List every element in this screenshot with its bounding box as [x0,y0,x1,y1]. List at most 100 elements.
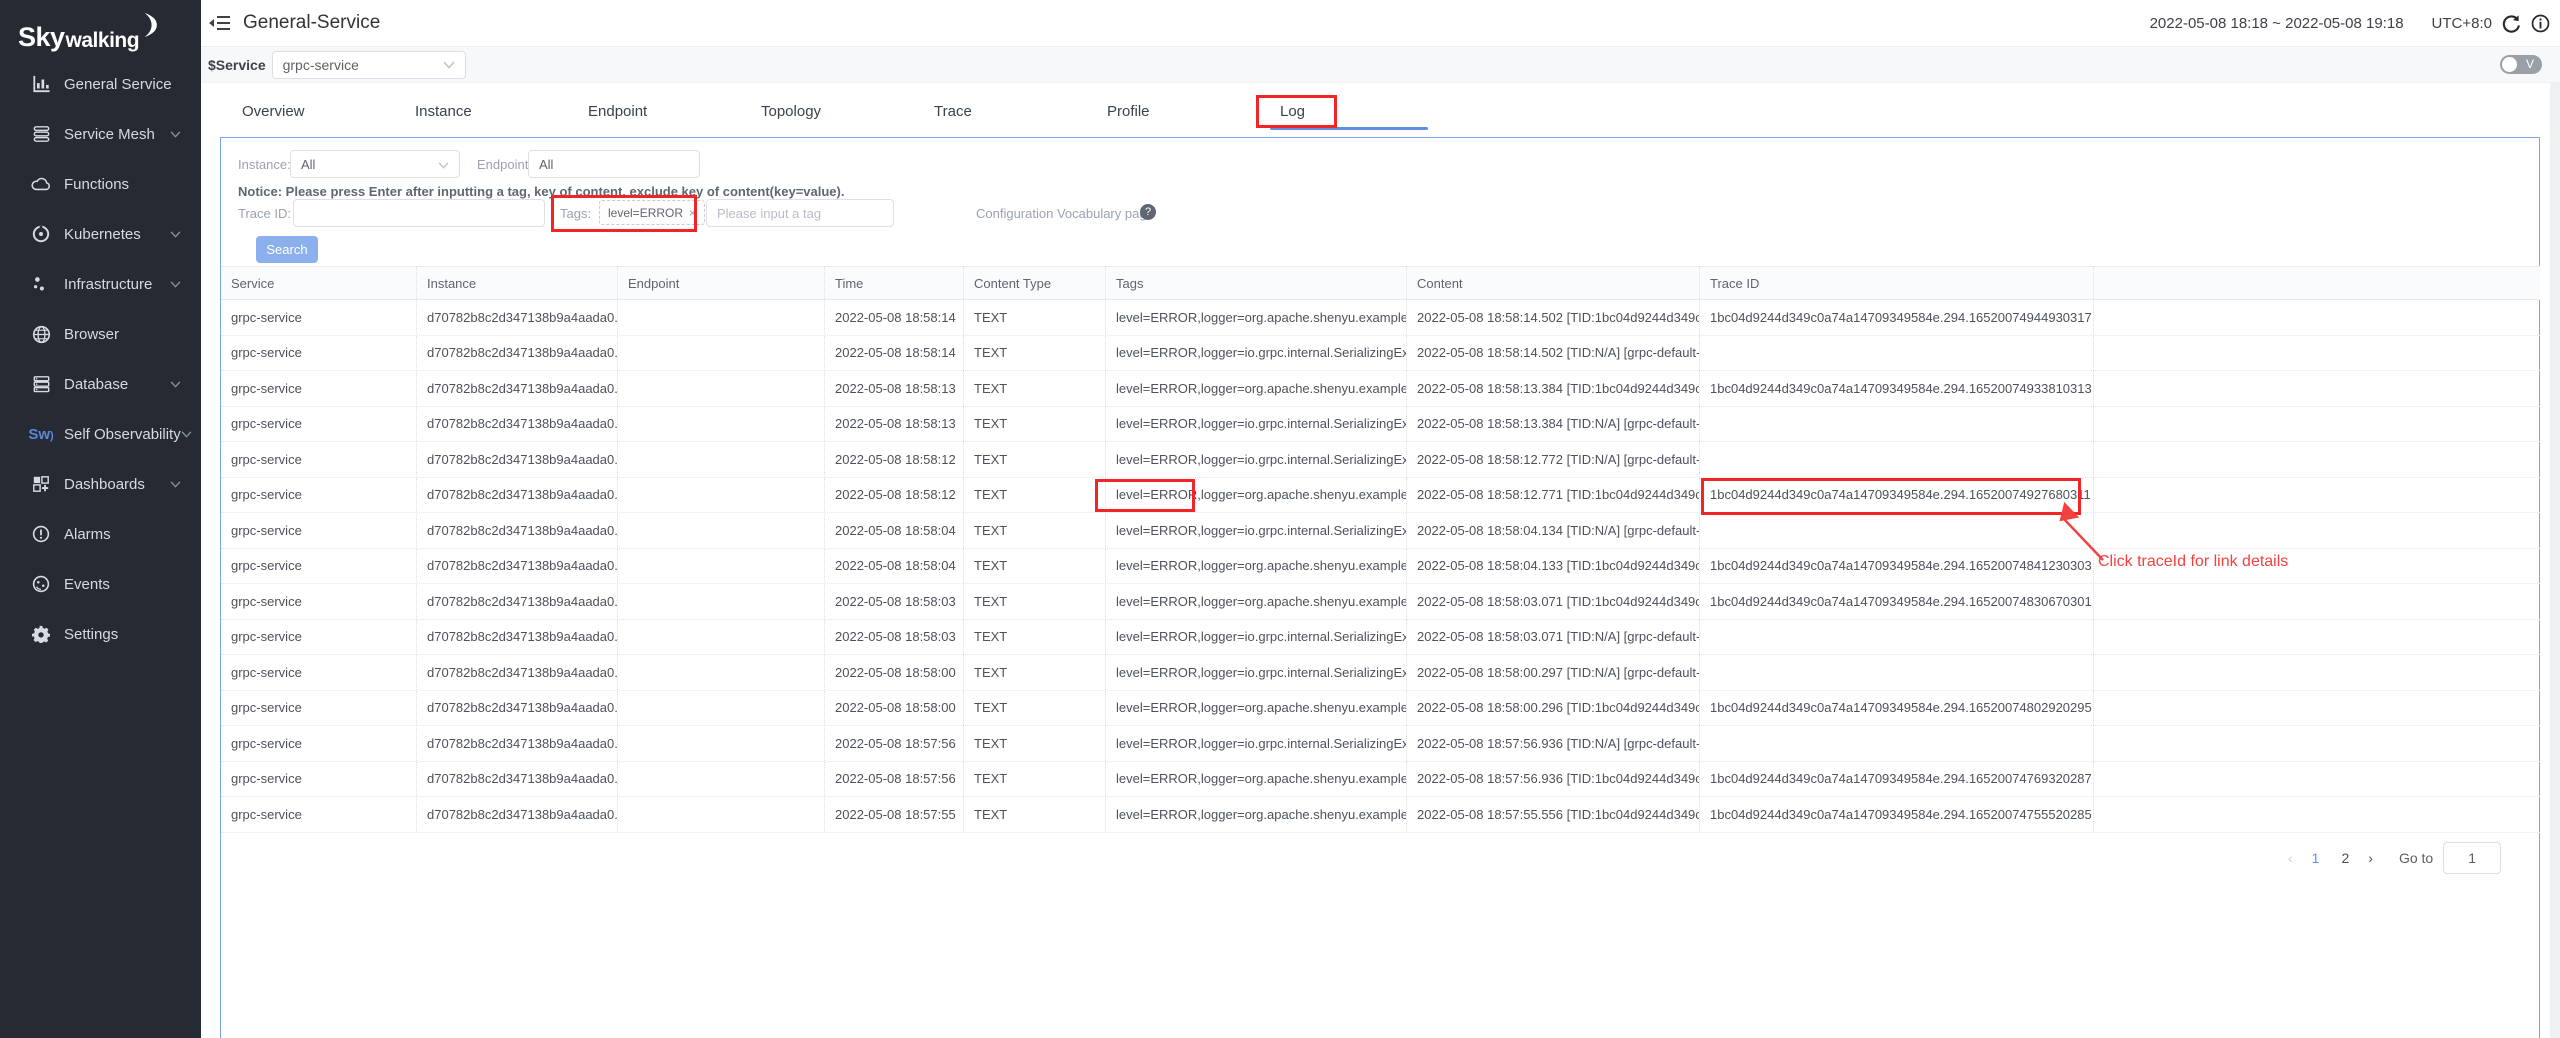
tab-trace[interactable]: Trace [913,96,1086,128]
timezone-label[interactable]: UTC+8:0 [2432,15,2492,32]
cell-trace-id[interactable]: 1bc04d9244d349c0a74a14709349584e.294.165… [1700,584,2094,619]
vocabulary-page-link[interactable]: Configuration Vocabulary page [976,206,1154,221]
tab-endpoint[interactable]: Endpoint [567,96,740,128]
skywalking-logo[interactable]: Skywalking [18,12,158,53]
cell-tags: level=ERROR,logger=io.grpc.internal.Seri… [1106,336,1407,371]
cell-content: 2022-05-08 18:58:00.297 [TID:N/A] [grpc-… [1407,655,1700,690]
cell-service: grpc-service [221,584,417,619]
toggle-switch-v[interactable]: V [2500,55,2542,74]
cell-trace-id[interactable]: 1bc04d9244d349c0a74a14709349584e.294.165… [1700,371,2094,406]
refresh-icon[interactable] [2502,14,2521,33]
sidebar-item-infrastructure[interactable]: Infrastructure [0,259,201,309]
sidebar-item-kubernetes[interactable]: Kubernetes [0,209,201,259]
service-select[interactable]: grpc-service [272,51,466,79]
table-row: grpc-serviced70782b8c2d347138b9a4aada0..… [221,300,2540,336]
annotation-arrow-icon [2025,500,2115,570]
cell-time: 2022-05-08 18:57:56 [825,726,964,761]
cell-endpoint [618,762,825,797]
endpoint-filter-input[interactable] [528,150,700,178]
collapse-sidebar-icon[interactable] [209,13,231,33]
cell-content-type: TEXT [964,691,1106,726]
info-icon[interactable] [2531,14,2550,33]
cell-instance: d70782b8c2d347138b9a4aada0... [417,300,618,335]
cell-trace-id[interactable]: 1bc04d9244d349c0a74a14709349584e.294.165… [1700,691,2094,726]
crescent-moon-icon [140,12,158,43]
tab-topology[interactable]: Topology [740,96,913,128]
cell-tags: level=ERROR,logger=org.apache.shenyu.exa… [1106,691,1407,726]
sidebar: Skywalking General ServiceService MeshFu… [0,0,201,1038]
cell-filler [2094,371,2540,406]
sidebar-item-settings[interactable]: Settings [0,609,201,659]
cell-service: grpc-service [221,336,417,371]
sidebar-item-dashboards[interactable]: Dashboards [0,459,201,509]
cell-trace-id[interactable]: 1bc04d9244d349c0a74a14709349584e.294.165… [1700,300,2094,335]
sidebar-item-browser[interactable]: Browser [0,309,201,359]
cell-service: grpc-service [221,726,417,761]
cell-content-type: TEXT [964,371,1106,406]
search-button[interactable]: Search [256,236,318,263]
table-row: grpc-serviced70782b8c2d347138b9a4aada0..… [221,584,2540,620]
table-row: grpc-serviced70782b8c2d347138b9a4aada0..… [221,407,2540,443]
cell-filler [2094,442,2540,477]
chevron-down-icon [170,475,181,493]
cell-instance: d70782b8c2d347138b9a4aada0... [417,726,618,761]
table-row: grpc-serviced70782b8c2d347138b9a4aada0..… [221,442,2540,478]
cell-content-type: TEXT [964,407,1106,442]
cell-trace-id [1700,726,2094,761]
cell-content-type: TEXT [964,300,1106,335]
sidebar-item-general-service[interactable]: General Service [0,59,201,109]
sidebar-item-self-observability[interactable]: Sw)Self Observability [0,409,201,459]
column-header-filler [2094,267,2540,299]
tab-log[interactable]: Log [1259,96,1432,128]
page-number-2[interactable]: 2 [2330,850,2360,866]
prev-page-icon[interactable]: ‹ [2280,850,2301,866]
time-range-picker[interactable]: 2022-05-08 18:18 ~ 2022-05-08 19:18 [2150,15,2404,32]
sidebar-item-database[interactable]: Database [0,359,201,409]
trace-id-input[interactable] [293,199,545,227]
cell-time: 2022-05-08 18:58:13 [825,371,964,406]
next-page-icon[interactable]: › [2360,850,2381,866]
cell-filler [2094,620,2540,655]
cell-content: 2022-05-08 18:58:00.296 [TID:1bc04d9244d… [1407,691,1700,726]
toggle-label: V [2526,57,2534,71]
page-number-1[interactable]: 1 [2301,850,2331,866]
sidebar-item-alarms[interactable]: Alarms [0,509,201,559]
active-tab-indicator [1270,127,1428,130]
cell-trace-id[interactable]: 1bc04d9244d349c0a74a14709349584e.294.165… [1700,797,2094,832]
cell-endpoint [618,620,825,655]
cell-content: 2022-05-08 18:57:56.936 [TID:1bc04d9244d… [1407,762,1700,797]
instance-filter-select[interactable]: All [290,150,460,178]
help-icon[interactable]: ? [1140,204,1156,220]
cell-trace-id [1700,336,2094,371]
sidebar-item-service-mesh[interactable]: Service Mesh [0,109,201,159]
logo-text-sky: Sky [18,22,65,53]
cell-filler [2094,762,2540,797]
tab-overview[interactable]: Overview [221,96,394,128]
cell-time: 2022-05-08 18:58:03 [825,620,964,655]
table-row: grpc-serviced70782b8c2d347138b9a4aada0..… [221,726,2540,762]
endpoint-filter-label: Endpoint: [477,157,532,172]
goto-page-input[interactable] [2443,842,2501,874]
cell-endpoint [618,371,825,406]
log-table: ServiceInstanceEndpointTimeContent TypeT… [221,266,2540,833]
cell-time: 2022-05-08 18:58:04 [825,513,964,548]
cell-content: 2022-05-08 18:58:03.071 [TID:1bc04d9244d… [1407,584,1700,619]
cell-trace-id[interactable]: 1bc04d9244d349c0a74a14709349584e.294.165… [1700,762,2094,797]
table-row: grpc-serviced70782b8c2d347138b9a4aada0..… [221,691,2540,727]
sidebar-item-label: Infrastructure [64,276,152,293]
cell-instance: d70782b8c2d347138b9a4aada0... [417,655,618,690]
tags-filter-label: Tags: [560,206,591,221]
chevron-down-icon [438,157,449,172]
tab-profile[interactable]: Profile [1086,96,1259,128]
cell-content-type: TEXT [964,584,1106,619]
sidebar-item-events[interactable]: Events [0,559,201,609]
tag-input[interactable] [706,199,894,227]
cell-tags: level=ERROR,logger=org.apache.shenyu.exa… [1106,549,1407,584]
scrollbar-track[interactable] [2550,83,2560,1038]
sidebar-item-functions[interactable]: Functions [0,159,201,209]
gear-icon [30,624,52,644]
column-header-content-type: Content Type [964,267,1106,299]
tag-chip-level-error[interactable]: level=ERROR × [599,200,705,225]
tab-instance[interactable]: Instance [394,96,567,128]
remove-tag-icon[interactable]: × [689,206,696,220]
